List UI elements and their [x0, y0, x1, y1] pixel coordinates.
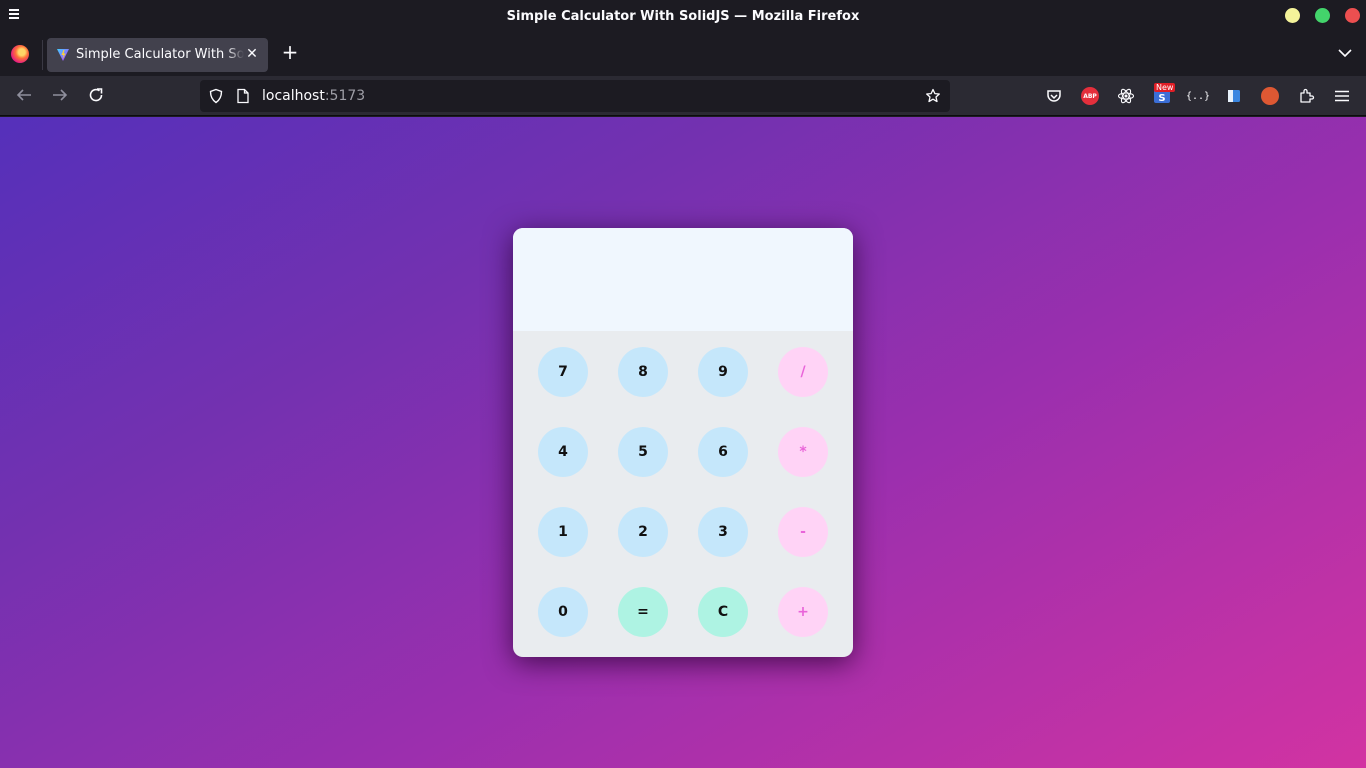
equals-button[interactable]: = [618, 587, 668, 637]
maximize-button[interactable] [1315, 8, 1330, 23]
digit-5-button[interactable]: 5 [618, 427, 668, 477]
svg-text:S: S [1158, 93, 1165, 104]
adblock-plus-icon[interactable]: ABP [1081, 87, 1099, 105]
multiply-button[interactable]: * [778, 427, 828, 477]
forward-icon[interactable] [51, 86, 69, 104]
bookmark-star-icon[interactable] [925, 88, 941, 104]
page-content: 7 8 9 / 4 5 6 * 1 2 3- 0 = C + [0, 117, 1366, 768]
extensions-icon[interactable] [1297, 87, 1315, 105]
react-devtools-icon[interactable] [1117, 87, 1135, 105]
clear-button[interactable]: C [698, 587, 748, 637]
digit-8-button[interactable]: 8 [618, 347, 668, 397]
tab-title: Simple Calculator With SolidJS [76, 47, 244, 62]
window-titlebar: Simple Calculator With SolidJS — Mozilla… [0, 0, 1366, 34]
tab-strip: Simple Calculator With SolidJS ✕ + [0, 34, 1366, 76]
url-text[interactable]: localhost:5173 [262, 88, 365, 104]
json-viewer-icon[interactable]: {..} [1185, 87, 1211, 105]
minimize-button[interactable] [1285, 8, 1300, 23]
digit-3-button[interactable]: 3 [698, 507, 748, 557]
sidebar-extension-icon[interactable] [1225, 87, 1243, 105]
digit-0-button[interactable]: 0 [538, 587, 588, 637]
duckduckgo-icon[interactable] [1261, 87, 1279, 105]
vite-icon [57, 49, 69, 61]
calculator-display [513, 228, 853, 331]
divide-button[interactable]: / [778, 347, 828, 397]
list-all-tabs-icon[interactable] [1337, 45, 1353, 61]
calculator: 7 8 9 / 4 5 6 * 1 2 3- 0 = C + [513, 228, 853, 657]
app-menu-icon[interactable] [1333, 87, 1351, 105]
digit-4-button[interactable]: 4 [538, 427, 588, 477]
close-tab-icon[interactable]: ✕ [245, 47, 259, 61]
firefox-icon[interactable] [11, 45, 29, 63]
tracking-protection-shield-icon[interactable] [208, 88, 224, 104]
window-title: Simple Calculator With SolidJS — Mozilla… [506, 9, 860, 24]
digit-9-button[interactable]: 9 [698, 347, 748, 397]
back-icon[interactable] [15, 86, 33, 104]
digit-7-button[interactable]: 7 [538, 347, 588, 397]
json-viewer-label: {..} [1185, 90, 1211, 102]
add-button[interactable]: + [778, 587, 828, 637]
reload-icon[interactable] [87, 86, 105, 104]
navigation-toolbar: localhost:5173 ABP S New {..} [0, 76, 1366, 116]
url-bar[interactable]: localhost:5173 [200, 80, 950, 112]
tab-simple-calculator[interactable]: Simple Calculator With SolidJS ✕ [47, 38, 268, 72]
new-tab-button[interactable]: + [281, 42, 299, 62]
pocket-icon[interactable] [1045, 87, 1063, 105]
close-window-button[interactable] [1345, 8, 1360, 23]
new-badge: New [1154, 83, 1176, 92]
adblock-plus-label: ABP [1083, 92, 1097, 100]
digit-6-button[interactable]: 6 [698, 427, 748, 477]
tab-separator [42, 40, 43, 70]
digit-1-button[interactable]: 1 [538, 507, 588, 557]
subtract-button[interactable]: - [778, 507, 828, 557]
calculator-keypad: 7 8 9 / 4 5 6 * 1 2 3- 0 = C + [538, 347, 828, 637]
page-info-icon[interactable] [236, 88, 250, 104]
digit-2-button[interactable]: 2 [618, 507, 668, 557]
